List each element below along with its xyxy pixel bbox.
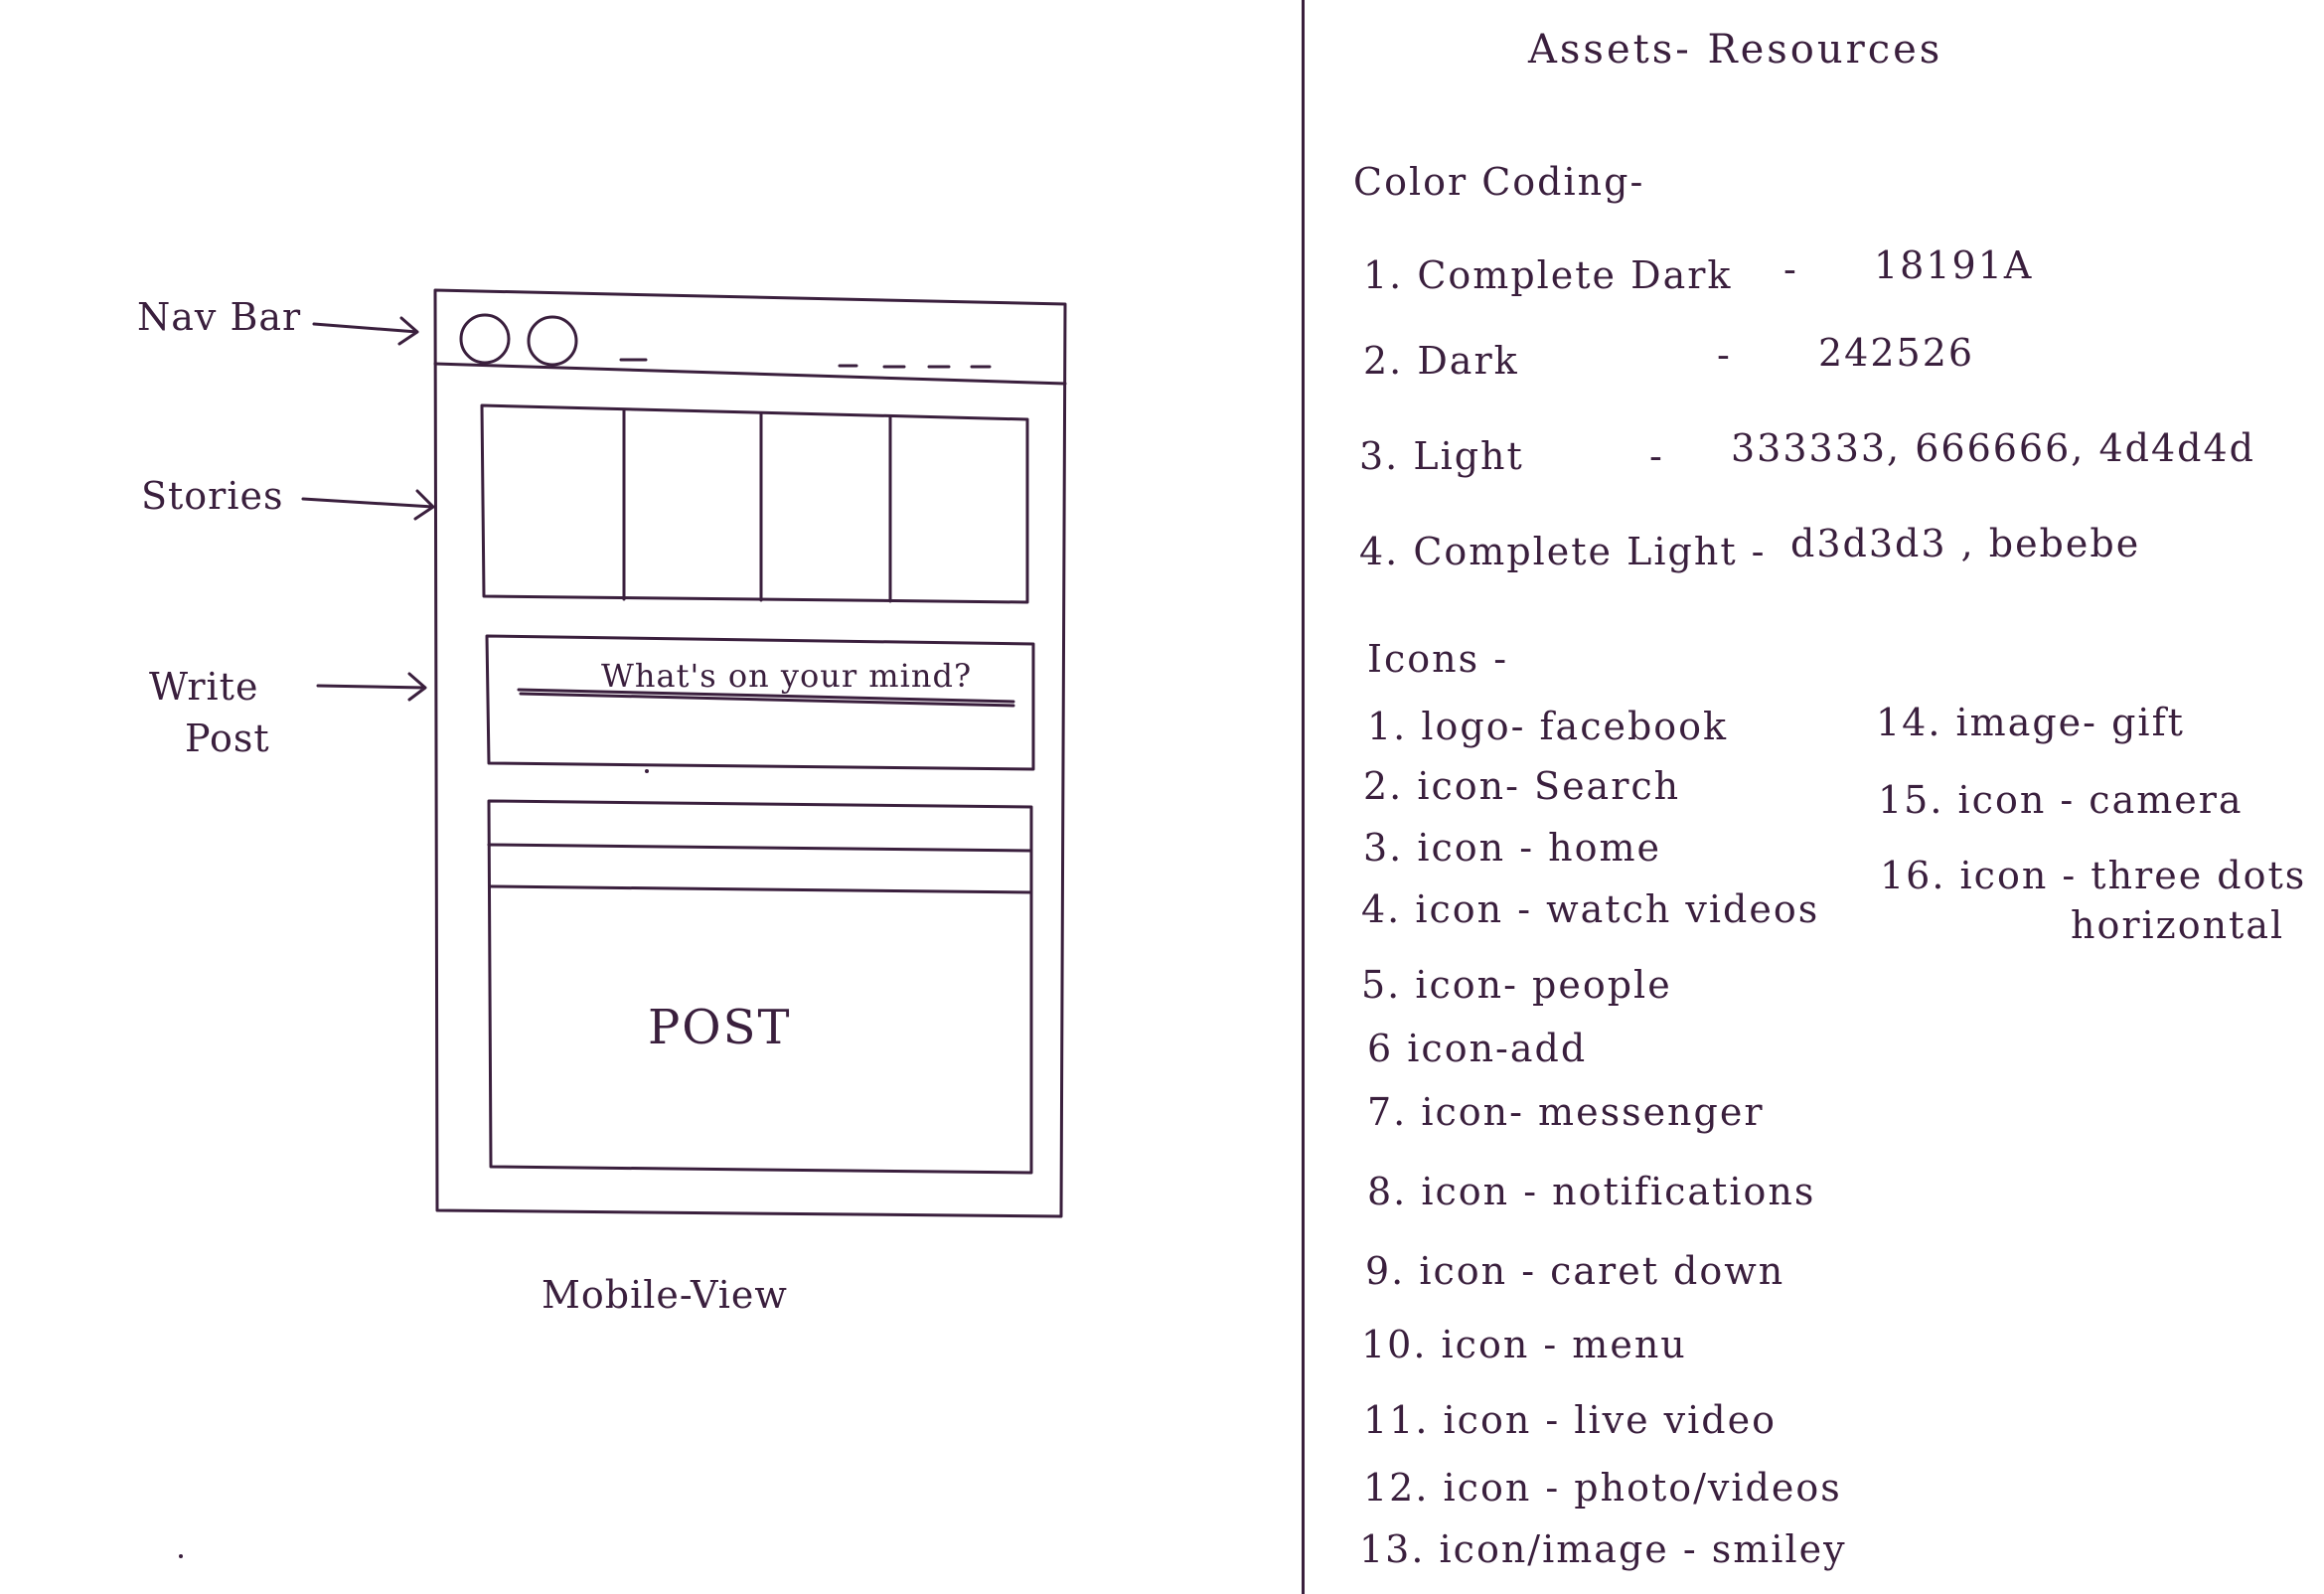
ink-dot bbox=[179, 1554, 183, 1558]
color-row-name: 2. Dark bbox=[1363, 339, 1519, 383]
navbar-search-circle bbox=[527, 315, 578, 367]
color-row-value: d3d3d3 , bebebe bbox=[1790, 522, 2141, 565]
color-row-value: 333333, 666666, 4d4d4d bbox=[1731, 426, 2255, 470]
icon-list-item: 6 icon-add bbox=[1367, 1027, 1588, 1070]
icon-list-item: 7. icon- messenger bbox=[1367, 1090, 1765, 1134]
arrow-write-post bbox=[316, 672, 427, 702]
icon-list-item: 12. icon - photo/videos bbox=[1363, 1466, 1842, 1510]
mobile-view-caption: Mobile-View bbox=[542, 1273, 788, 1317]
icon-list-item: 15. icon - camera bbox=[1878, 778, 2244, 822]
post-header-line bbox=[489, 884, 1033, 894]
icon-list-item: 16. icon - three dots bbox=[1880, 854, 2307, 897]
color-row-value: 18191A bbox=[1874, 243, 2034, 287]
assets-title: Assets- Resources bbox=[1528, 27, 1943, 73]
icon-list-item: 14. image- gift bbox=[1876, 701, 2185, 744]
icon-list-item: 5. icon- people bbox=[1361, 963, 1672, 1007]
ink-dot bbox=[645, 769, 649, 773]
stories-box bbox=[480, 403, 1029, 604]
phone-frame bbox=[433, 288, 1067, 1218]
navbar-label: Nav Bar bbox=[137, 295, 302, 339]
sketch-page: Nav Bar Stories Write Post What's on you… bbox=[0, 0, 2324, 1594]
write-post-label-line1: Write bbox=[149, 665, 259, 709]
write-post-label-line2: Post bbox=[185, 717, 270, 760]
color-row-value: 242526 bbox=[1818, 331, 1975, 375]
write-post-placeholder: What's on your mind? bbox=[601, 657, 973, 695]
color-row-name: 1. Complete Dark bbox=[1363, 253, 1733, 297]
color-row-name: 4. Complete Light - bbox=[1359, 530, 1767, 573]
post-box bbox=[487, 799, 1033, 1175]
icons-heading: Icons - bbox=[1367, 637, 1509, 681]
color-row-dash: - bbox=[1649, 434, 1664, 478]
icon-list-item: 9. icon - caret down bbox=[1365, 1249, 1785, 1293]
page-divider bbox=[1302, 0, 1305, 1594]
stories-label: Stories bbox=[141, 474, 284, 518]
post-label: POST bbox=[648, 1000, 792, 1055]
color-row-dash: - bbox=[1717, 333, 1732, 377]
icon-list-item-continuation: horizontal bbox=[2071, 903, 2285, 947]
post-header-line bbox=[487, 843, 1033, 853]
icon-list-item: 10. icon - menu bbox=[1361, 1323, 1687, 1366]
icon-list-item: 4. icon - watch videos bbox=[1361, 887, 1820, 931]
icon-list-item: 8. icon - notifications bbox=[1367, 1170, 1816, 1213]
icon-list-item: 13. icon/image - smiley bbox=[1359, 1527, 1847, 1571]
navbar-logo-circle bbox=[459, 313, 511, 365]
arrow-navbar bbox=[312, 316, 419, 346]
color-coding-heading: Color Coding- bbox=[1353, 160, 1645, 204]
color-row-name: 3. Light bbox=[1359, 434, 1524, 478]
color-row-dash: - bbox=[1783, 247, 1798, 291]
icon-list-item: 11. icon - live video bbox=[1363, 1398, 1777, 1442]
icon-list-item: 1. logo- facebook bbox=[1367, 705, 1729, 748]
icon-list-item: 3. icon - home bbox=[1363, 826, 1661, 870]
icon-list-item: 2. icon- Search bbox=[1363, 764, 1681, 808]
arrow-stories bbox=[301, 489, 435, 521]
